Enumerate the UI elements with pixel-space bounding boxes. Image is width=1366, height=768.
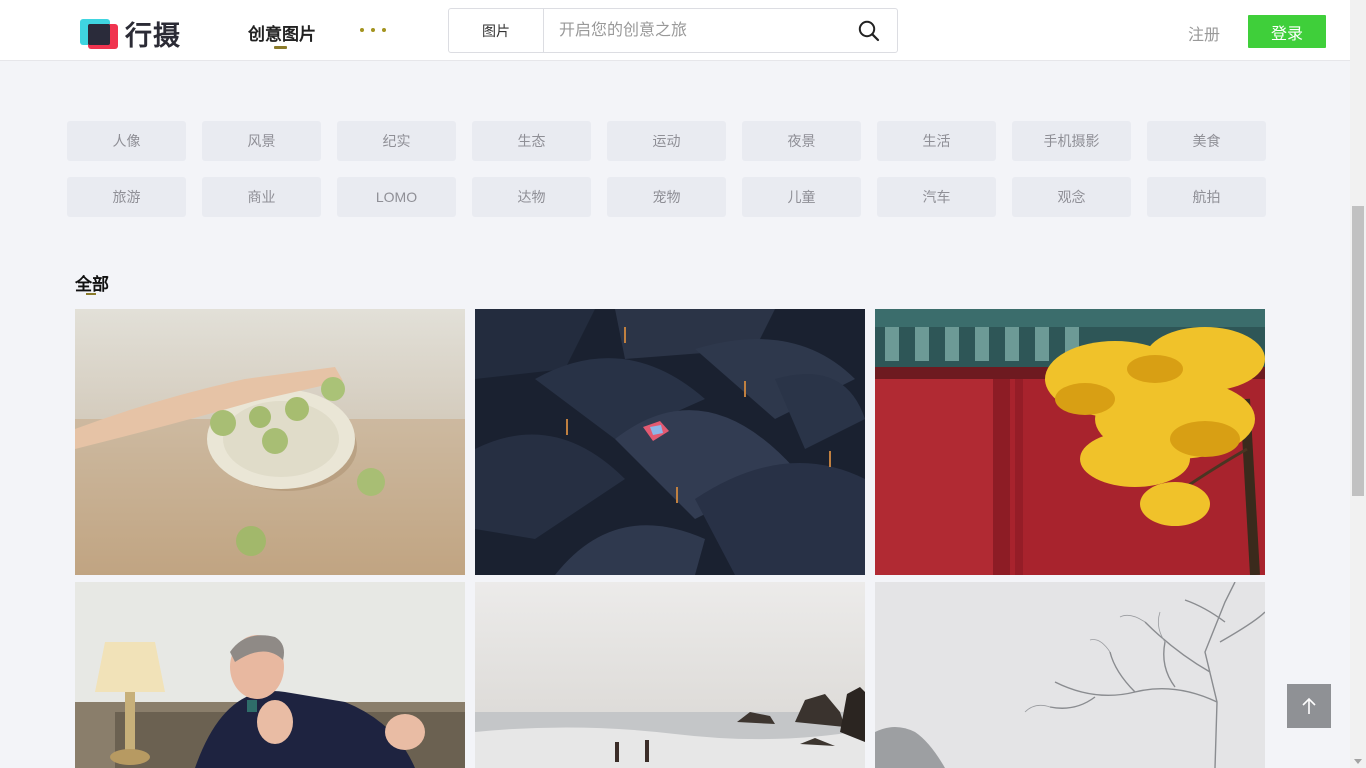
category-tags: 人像 风景 纪实 生态 运动 夜景 生活 手机摄影 美食 旅游 商业 LOMO … [67, 121, 1267, 217]
tag-item[interactable]: 运动 [607, 121, 726, 161]
tag-item[interactable]: 美食 [1147, 121, 1266, 161]
scroll-down-arrow-icon[interactable] [1354, 759, 1362, 764]
tag-item[interactable]: 航拍 [1147, 177, 1266, 217]
register-link[interactable]: 注册 [1188, 21, 1220, 45]
tag-item[interactable]: 风景 [202, 121, 321, 161]
tag-item[interactable]: 汽车 [877, 177, 996, 217]
tag-item[interactable]: 宠物 [607, 177, 726, 217]
arrow-up-icon [1302, 697, 1316, 714]
back-to-top-button[interactable] [1287, 684, 1331, 728]
nav-active-indicator [274, 46, 287, 49]
section-title: 全部 [75, 275, 109, 294]
search-input[interactable] [544, 9, 841, 52]
tag-item[interactable]: 儿童 [742, 177, 861, 217]
tag-item[interactable]: LOMO [337, 177, 456, 217]
nav-creative-images[interactable]: 创意图片 [248, 20, 316, 45]
search-type-select[interactable]: 图片 [449, 9, 544, 52]
tag-item[interactable]: 手机摄影 [1012, 121, 1131, 161]
logo-mark-icon [80, 18, 118, 49]
photo-grapes-plate[interactable] [75, 309, 465, 575]
more-dots-icon[interactable] [360, 20, 386, 40]
logo[interactable]: 行摄 [80, 16, 190, 51]
section-title-indicator [86, 293, 96, 295]
search-icon [858, 20, 880, 41]
tag-item[interactable]: 商业 [202, 177, 321, 217]
tag-item[interactable]: 纪实 [337, 121, 456, 161]
photo-bare-tree[interactable] [875, 582, 1265, 768]
tag-item[interactable]: 达物 [472, 177, 591, 217]
tag-item[interactable]: 旅游 [67, 177, 186, 217]
photo-beach-rocks[interactable] [475, 582, 865, 768]
tag-item[interactable]: 观念 [1012, 177, 1131, 217]
scrollbar-thumb[interactable] [1352, 206, 1364, 496]
tag-item[interactable]: 夜景 [742, 121, 861, 161]
login-button[interactable]: 登录 [1248, 15, 1326, 48]
logo-text: 行摄 [125, 20, 181, 51]
photo-black-umbrellas[interactable] [475, 309, 865, 575]
top-header: 行摄 创意图片 图片 注册 登录 [0, 0, 1350, 61]
search-bar: 图片 [448, 8, 898, 53]
tag-item[interactable]: 生态 [472, 121, 591, 161]
tag-item[interactable]: 生活 [877, 121, 996, 161]
photo-man-portrait[interactable] [75, 582, 465, 768]
photo-ginkgo-red-wall[interactable] [875, 309, 1265, 575]
page-scrollbar[interactable] [1350, 0, 1366, 768]
search-button[interactable] [841, 9, 897, 52]
tag-item[interactable]: 人像 [67, 121, 186, 161]
